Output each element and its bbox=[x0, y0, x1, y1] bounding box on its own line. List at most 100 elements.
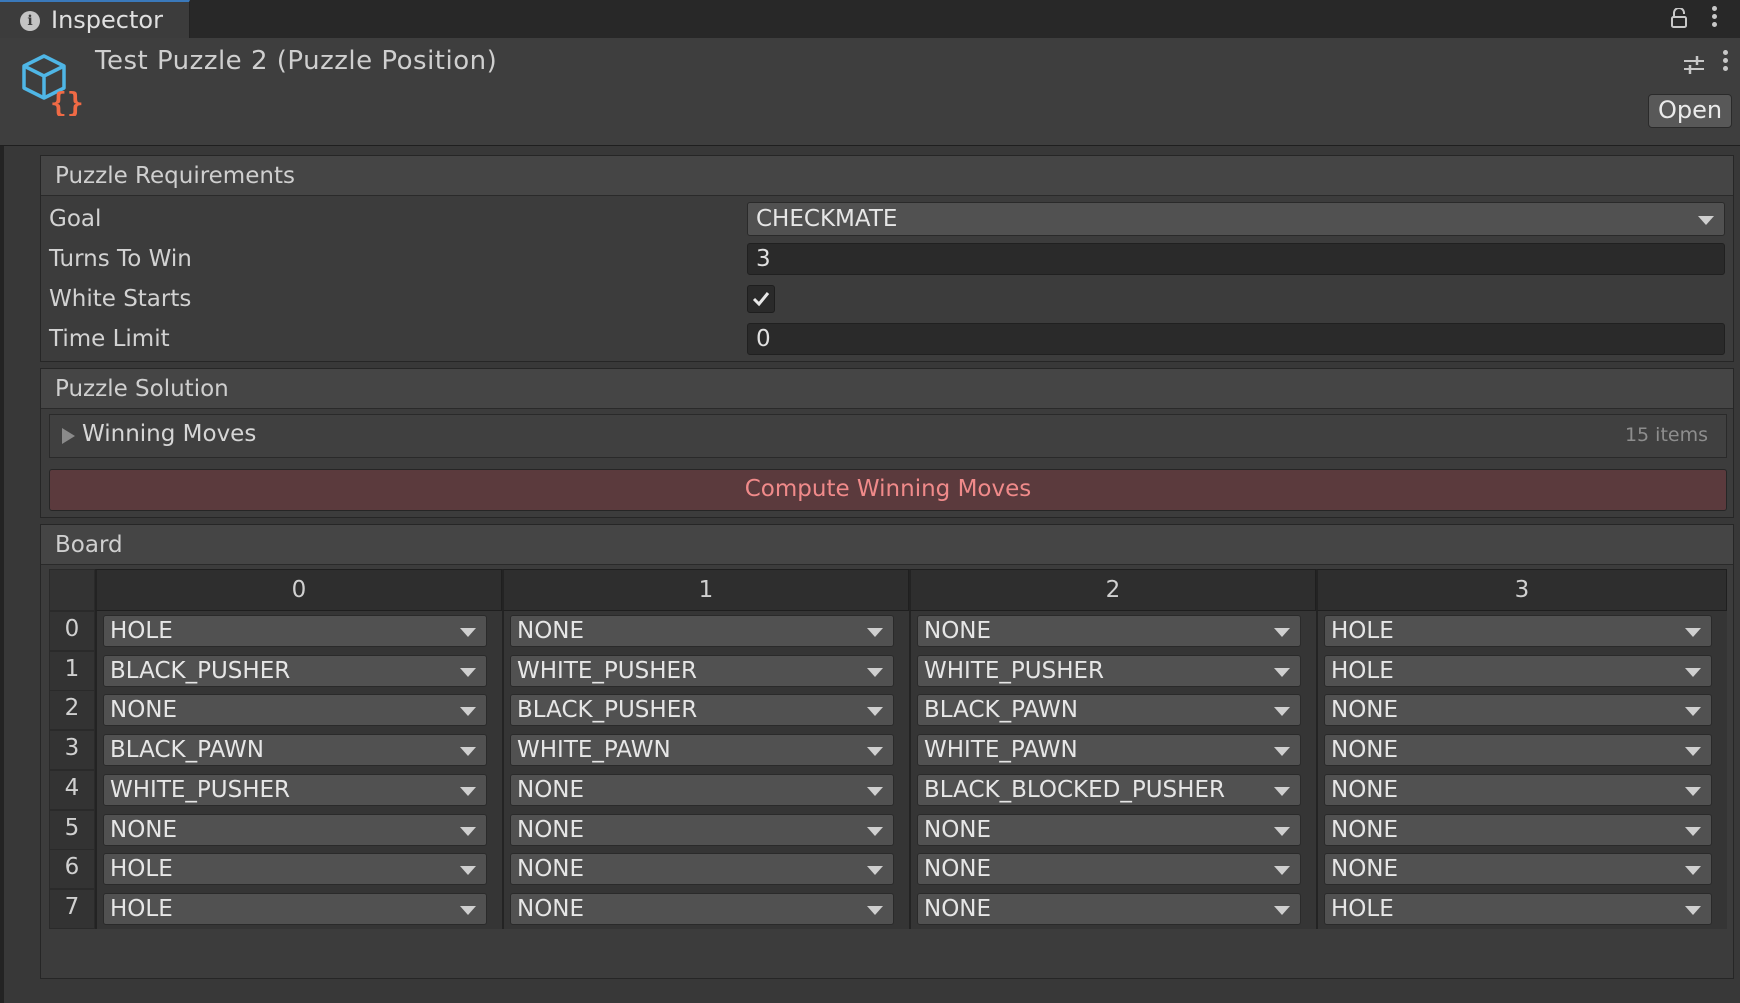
board-cell-dropdown[interactable]: HOLE bbox=[1324, 892, 1712, 925]
board-cell-value: NONE bbox=[924, 895, 992, 922]
board-cell-value: BLACK_BLOCKED_PUSHER bbox=[924, 776, 1225, 803]
board-cell-value: NONE bbox=[924, 816, 992, 843]
row-header: 4 bbox=[49, 769, 95, 810]
column-header: 3 bbox=[1316, 569, 1727, 611]
puzzle-solution-section: Puzzle Solution Winning Moves 15 items C… bbox=[40, 368, 1734, 518]
object-menu-icon[interactable] bbox=[1723, 50, 1729, 74]
section-title[interactable]: Puzzle Requirements bbox=[41, 156, 1733, 196]
preset-sliders-icon[interactable] bbox=[1682, 54, 1706, 76]
board-cell-dropdown[interactable]: NONE bbox=[917, 615, 1301, 647]
section-title[interactable]: Puzzle Solution bbox=[41, 369, 1733, 409]
board-cell-value: NONE bbox=[924, 618, 992, 644]
white-starts-label: White Starts bbox=[49, 286, 192, 312]
checkmark-icon bbox=[752, 292, 770, 307]
board-cell-dropdown[interactable]: NONE bbox=[510, 892, 894, 925]
board-cell-value: NONE bbox=[1331, 856, 1399, 883]
object-header: {} Test Puzzle 2 (Puzzle Position) Open bbox=[0, 38, 1740, 146]
svg-text:{}: {} bbox=[50, 86, 84, 116]
puzzle-requirements-section: Puzzle Requirements Goal CHECKMATE Turns… bbox=[40, 155, 1734, 362]
chevron-down-icon bbox=[867, 628, 883, 637]
turns-to-win-label: Turns To Win bbox=[49, 246, 192, 272]
script-asset-icon: {} bbox=[22, 54, 84, 116]
board-cell-value: NONE bbox=[1331, 776, 1399, 803]
board-cell-dropdown[interactable]: HOLE bbox=[1324, 615, 1712, 647]
board-cell-dropdown[interactable]: HOLE bbox=[103, 892, 487, 925]
chevron-down-icon bbox=[867, 747, 883, 757]
board-cell-value: HOLE bbox=[110, 895, 173, 922]
object-title: Test Puzzle 2 (Puzzle Position) bbox=[95, 46, 498, 76]
tab-bar: i Inspector bbox=[0, 0, 1740, 39]
board-cell-dropdown[interactable]: HOLE bbox=[103, 853, 487, 886]
chevron-down-icon bbox=[1685, 826, 1701, 836]
chevron-down-icon bbox=[867, 786, 883, 796]
board-cell-dropdown[interactable]: NONE bbox=[1324, 734, 1712, 767]
board-cell-dropdown[interactable]: NONE bbox=[103, 813, 487, 846]
board-cell-dropdown[interactable]: BLACK_PUSHER bbox=[103, 654, 487, 687]
board-cell-value: WHITE_PUSHER bbox=[517, 657, 698, 684]
board-cell-dropdown[interactable]: NONE bbox=[510, 773, 894, 806]
grid-corner bbox=[49, 569, 95, 611]
board-cell-dropdown[interactable]: BLACK_PUSHER bbox=[510, 694, 894, 727]
window-left-edge bbox=[0, 0, 4, 1003]
board-cell-value: NONE bbox=[1331, 816, 1399, 843]
chevron-down-icon bbox=[1685, 667, 1701, 677]
board-cell-value: BLACK_PAWN bbox=[110, 737, 264, 764]
board-cell-dropdown[interactable]: NONE bbox=[1324, 773, 1712, 806]
info-icon: i bbox=[20, 11, 40, 31]
chevron-down-icon bbox=[460, 747, 476, 757]
board-cell-dropdown[interactable]: NONE bbox=[1324, 694, 1712, 727]
board-cell-dropdown[interactable]: NONE bbox=[510, 853, 894, 886]
row-header: 5 bbox=[49, 809, 95, 850]
tab-inspector[interactable]: i Inspector bbox=[0, 0, 190, 38]
column-header: 0 bbox=[95, 569, 502, 611]
board-cell-value: WHITE_PUSHER bbox=[924, 657, 1105, 684]
lock-icon[interactable] bbox=[1670, 8, 1688, 28]
board-cell-dropdown[interactable]: NONE bbox=[1324, 813, 1712, 846]
chevron-down-icon bbox=[1685, 747, 1701, 757]
chevron-down-icon bbox=[867, 905, 883, 915]
compute-winning-moves-button[interactable]: Compute Winning Moves bbox=[49, 469, 1727, 511]
row-header: 6 bbox=[49, 849, 95, 890]
section-title[interactable]: Board bbox=[41, 525, 1733, 565]
chevron-down-icon bbox=[867, 707, 883, 717]
open-button[interactable]: Open bbox=[1648, 94, 1732, 128]
board-cell-dropdown[interactable]: NONE bbox=[510, 813, 894, 846]
board-cell-value: NONE bbox=[924, 856, 992, 883]
winning-moves-label: Winning Moves bbox=[82, 421, 257, 447]
board-cell-dropdown[interactable]: BLACK_BLOCKED_PUSHER bbox=[917, 773, 1301, 806]
turns-to-win-field[interactable]: 3 bbox=[747, 243, 1725, 275]
board-cell-dropdown[interactable]: BLACK_PAWN bbox=[103, 734, 487, 767]
board-cell-dropdown[interactable]: NONE bbox=[917, 892, 1301, 925]
board-cell-dropdown[interactable]: NONE bbox=[510, 615, 894, 647]
board-cell-dropdown[interactable]: NONE bbox=[1324, 853, 1712, 886]
board-cell-dropdown[interactable]: WHITE_PAWN bbox=[917, 734, 1301, 767]
board-cell-dropdown[interactable]: NONE bbox=[917, 813, 1301, 846]
board-cell-value: WHITE_PAWN bbox=[517, 737, 671, 764]
board-cell-dropdown[interactable]: WHITE_PUSHER bbox=[510, 654, 894, 687]
board-cell-dropdown[interactable]: WHITE_PUSHER bbox=[103, 773, 487, 806]
chevron-down-icon bbox=[460, 628, 476, 637]
board-cell-value: HOLE bbox=[110, 856, 173, 883]
board-cell-value: BLACK_PUSHER bbox=[110, 657, 291, 684]
board-cell-dropdown[interactable]: BLACK_PAWN bbox=[917, 694, 1301, 727]
board-cell-dropdown[interactable]: NONE bbox=[917, 853, 1301, 886]
board-cell-value: BLACK_PUSHER bbox=[517, 697, 698, 724]
chevron-down-icon bbox=[1698, 216, 1714, 225]
goal-dropdown[interactable]: CHECKMATE bbox=[747, 202, 1725, 236]
white-starts-checkbox[interactable] bbox=[747, 285, 775, 313]
goal-value: CHECKMATE bbox=[756, 206, 898, 232]
board-cell-dropdown[interactable]: WHITE_PAWN bbox=[510, 734, 894, 767]
chevron-down-icon bbox=[1685, 905, 1701, 915]
chevron-down-icon bbox=[460, 786, 476, 796]
chevron-down-icon bbox=[1274, 786, 1290, 796]
tab-menu-icon[interactable] bbox=[1712, 6, 1718, 30]
board-cell-dropdown[interactable]: HOLE bbox=[103, 615, 487, 647]
chevron-down-icon bbox=[1685, 786, 1701, 796]
board-cell-dropdown[interactable]: HOLE bbox=[1324, 654, 1712, 687]
winning-moves-foldout[interactable]: Winning Moves 15 items bbox=[49, 414, 1727, 458]
board-cell-dropdown[interactable]: NONE bbox=[103, 694, 487, 727]
board-section: Board 0 1 2 3 0 HOLE NONE NONE HOLE 1 BLACK_PUSHER… bbox=[40, 524, 1734, 979]
time-limit-field[interactable]: 0 bbox=[747, 323, 1725, 355]
board-cell-value: BLACK_PAWN bbox=[924, 697, 1078, 724]
board-cell-dropdown[interactable]: WHITE_PUSHER bbox=[917, 654, 1301, 687]
